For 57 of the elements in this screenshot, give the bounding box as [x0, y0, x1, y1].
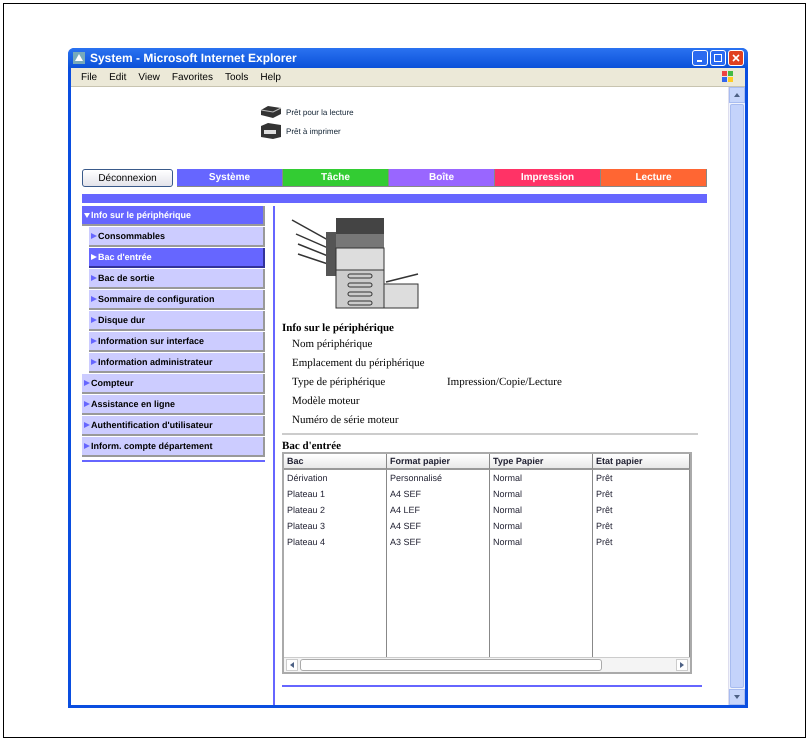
section-title: Info sur le périphérique: [282, 322, 395, 334]
nav-tab[interactable]: Boîte: [389, 169, 495, 187]
column-header: Format papier: [387, 454, 490, 470]
menu-item[interactable]: Favorites: [172, 72, 213, 82]
table-cell: A3 SEF: [387, 534, 490, 550]
table-cell: Normal: [490, 518, 593, 534]
status-text: Prêt à imprimer: [286, 126, 341, 136]
column-header: Bac: [284, 454, 387, 470]
sidebar-item[interactable]: Bac de sortie: [89, 269, 265, 289]
sidebar-item[interactable]: Info sur le périphérique: [82, 206, 265, 226]
table-cell: Plateau 3: [284, 518, 387, 534]
table-cell: Plateau 2: [284, 502, 387, 518]
column-header: Type Papier: [490, 454, 593, 470]
table-cell: Prêt: [593, 534, 690, 550]
info-label: Nom périphérique: [292, 338, 372, 350]
table-cell: Normal: [490, 486, 593, 502]
sidebar-item[interactable]: Bac d'entrée: [89, 248, 265, 268]
sidebar-item[interactable]: Assistance en ligne: [82, 395, 265, 415]
section-title: Bac d'entrée: [282, 440, 342, 452]
table-cell: Prêt: [593, 470, 690, 486]
menu-item[interactable]: File: [81, 72, 98, 82]
table-cell: Normal: [490, 470, 593, 486]
info-label: Type de périphérique: [292, 376, 386, 388]
table-cell: Plateau 4: [284, 534, 387, 550]
table-cell: Normal: [490, 534, 593, 550]
table-cell: Personnalisé: [387, 470, 490, 486]
nav-tab[interactable]: Système: [177, 169, 283, 187]
nav-tab[interactable]: Impression: [495, 169, 601, 187]
info-label: Modèle moteur: [292, 394, 360, 406]
info-label: Numéro de série moteur: [292, 414, 399, 426]
sidebar-item[interactable]: Information administrateur: [89, 353, 265, 373]
status-text: Prêt pour la lecture: [286, 108, 354, 116]
table-cell: Prêt: [593, 518, 690, 534]
menu-item[interactable]: Help: [260, 72, 281, 82]
sidebar-item[interactable]: Disque dur: [89, 311, 265, 331]
table-cell: Prêt: [593, 502, 690, 518]
table-cell: Normal: [490, 502, 593, 518]
sidebar-item[interactable]: Compteur: [82, 374, 265, 394]
info-label: Emplacement du périphérique: [292, 356, 425, 368]
sidebar-item[interactable]: Authentification d'utilisateur: [82, 416, 265, 436]
column-header: Etat papier: [593, 454, 690, 470]
table-cell: Dérivation: [284, 470, 387, 486]
table-cell: A4 SEF: [387, 518, 490, 534]
sidebar-item[interactable]: Information sur interface: [89, 332, 265, 352]
menu-item[interactable]: View: [138, 72, 160, 82]
table-cell: A4 SEF: [387, 486, 490, 502]
table-cell: Plateau 1: [284, 486, 387, 502]
menu-item[interactable]: Edit: [109, 72, 126, 82]
logout-button[interactable]: Déconnexion: [82, 169, 173, 187]
menu-item[interactable]: Tools: [224, 72, 248, 82]
window-title: System - Microsoft Internet Explorer: [90, 51, 297, 65]
sidebar-item[interactable]: Sommaire de configuration: [89, 290, 265, 310]
table-cell: A4 LEF: [387, 502, 490, 518]
table-cell: Prêt: [593, 486, 690, 502]
sidebar-item[interactable]: Consommables: [89, 227, 265, 247]
sidebar-item[interactable]: Inform. compte département: [82, 437, 265, 457]
info-value: Impression/Copie/Lecture: [447, 376, 562, 388]
